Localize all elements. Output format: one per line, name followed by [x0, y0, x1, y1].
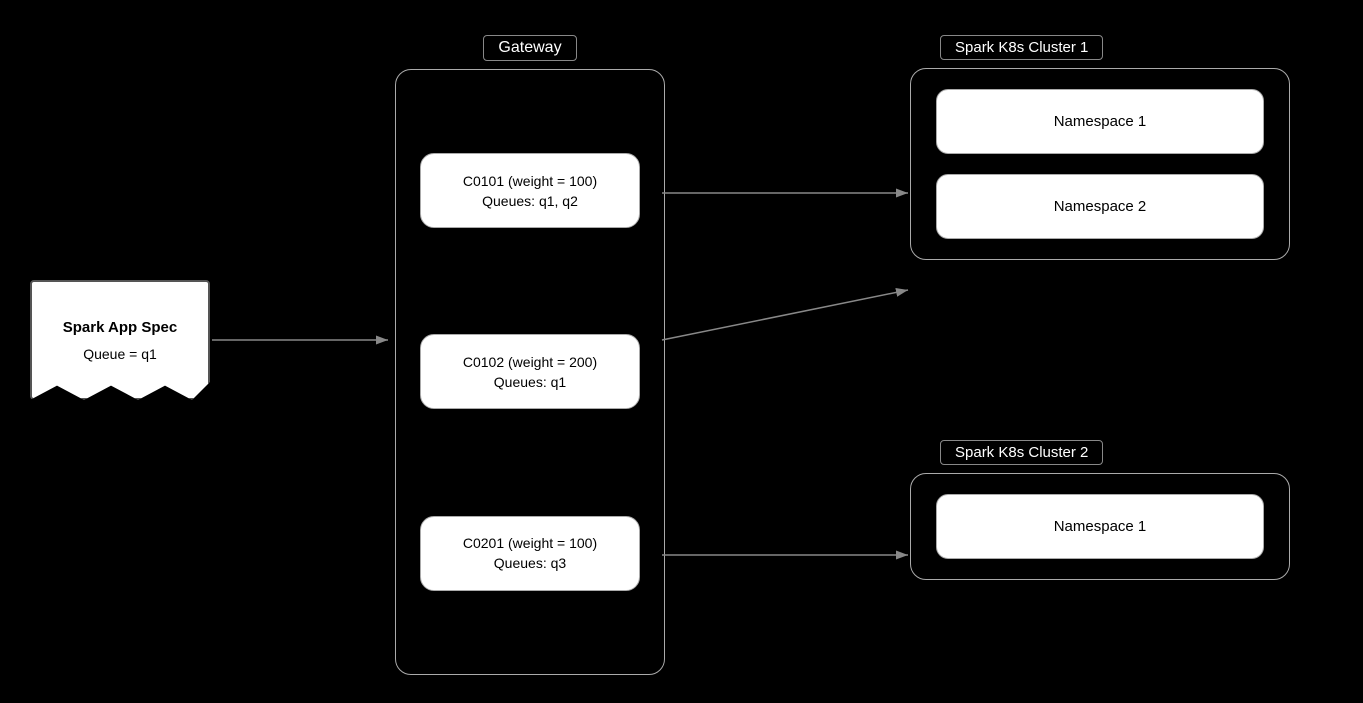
k8s-cluster-2-box: Namespace 1 [910, 473, 1290, 580]
cluster-card-c0102-queues: Queues: q1 [494, 374, 566, 390]
cluster-card-c0102: C0102 (weight = 200) Queues: q1 [420, 334, 640, 409]
k8s-cluster-1-box: Namespace 1 Namespace 2 [910, 68, 1290, 260]
gateway-wrapper: Gateway C0101 (weight = 100) Queues: q1,… [390, 35, 670, 675]
k8s-cluster-1-wrapper: Spark K8s Cluster 1 Namespace 1 Namespac… [910, 35, 1300, 260]
gateway-box: C0101 (weight = 100) Queues: q1, q2 C010… [395, 69, 665, 675]
k8s-cluster-2-namespace-1: Namespace 1 [936, 494, 1264, 559]
k8s-cluster-1-namespace-2-label: Namespace 2 [1054, 198, 1147, 215]
cluster-card-c0101: C0101 (weight = 100) Queues: q1, q2 [420, 153, 640, 228]
arrow-c0102-to-ns2 [662, 290, 908, 340]
gateway-label: Gateway [483, 35, 576, 61]
cluster-card-c0101-queues: Queues: q1, q2 [482, 193, 578, 209]
cluster-card-c0102-title: C0102 (weight = 200) [463, 354, 597, 370]
k8s-cluster-1-namespace-1: Namespace 1 [936, 89, 1264, 154]
cluster-card-c0201-queues: Queues: q3 [494, 555, 566, 571]
spark-app-spec-box: Spark App Spec Queue = q1 [30, 280, 210, 400]
cluster-card-c0201: C0201 (weight = 100) Queues: q3 [420, 516, 640, 591]
cluster-card-c0201-title: C0201 (weight = 100) [463, 535, 597, 551]
k8s-cluster-1-namespace-1-label: Namespace 1 [1054, 113, 1147, 130]
k8s-cluster-1-label: Spark K8s Cluster 1 [940, 35, 1103, 60]
k8s-cluster-2-namespace-1-label: Namespace 1 [1054, 518, 1147, 535]
spark-app-spec-queue: Queue = q1 [83, 346, 157, 362]
k8s-cluster-2-wrapper: Spark K8s Cluster 2 Namespace 1 [910, 440, 1300, 580]
k8s-cluster-2-label: Spark K8s Cluster 2 [940, 440, 1103, 465]
diagram-container: Spark App Spec Queue = q1 Gateway C0101 … [0, 0, 1363, 703]
k8s-cluster-1-namespace-2: Namespace 2 [936, 174, 1264, 239]
cluster-card-c0101-title: C0101 (weight = 100) [463, 173, 597, 189]
spark-app-spec-title: Spark App Spec [63, 319, 177, 336]
